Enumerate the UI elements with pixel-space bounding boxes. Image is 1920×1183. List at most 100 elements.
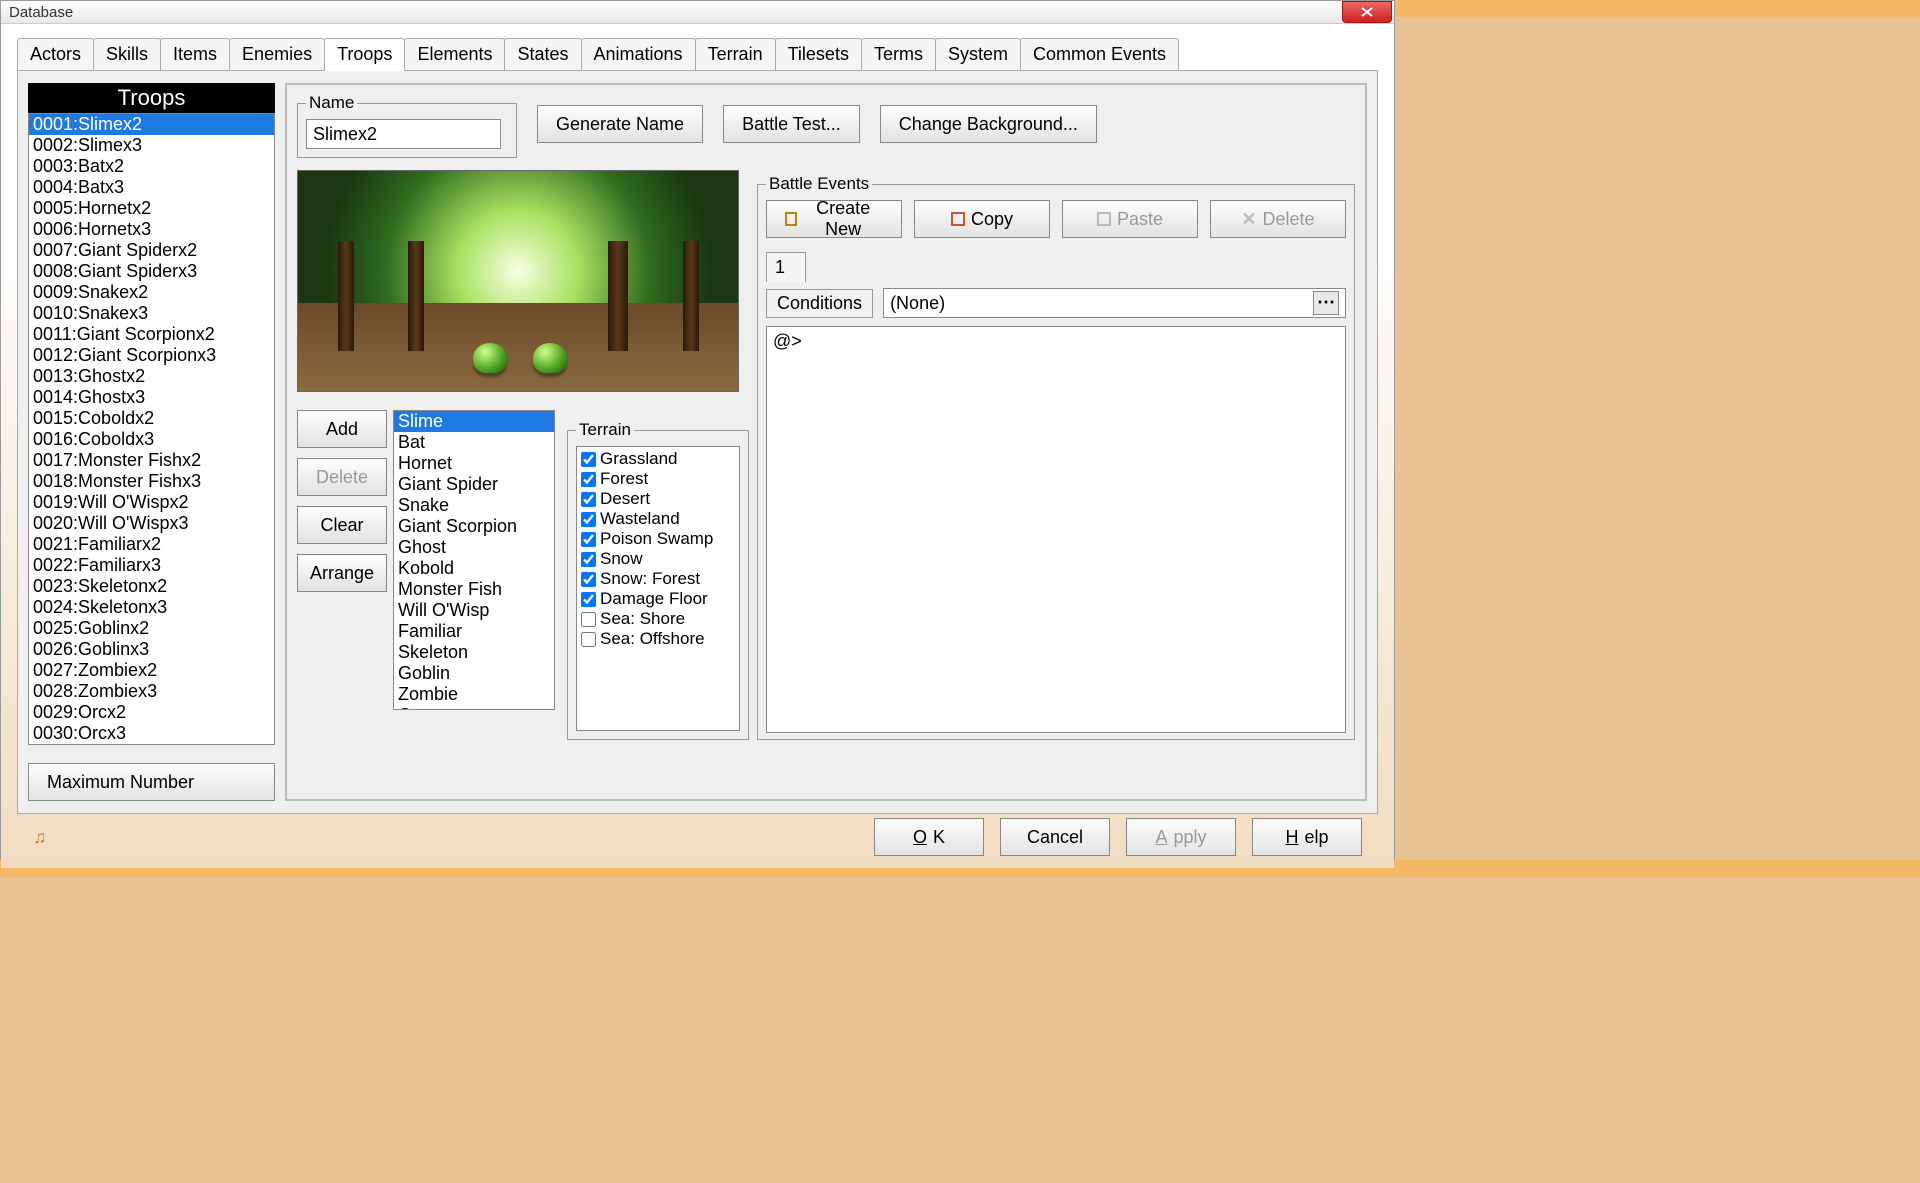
list-item[interactable]: 0013:Ghostx2 [29, 366, 274, 387]
tab-troops[interactable]: Troops [324, 38, 405, 71]
list-item[interactable]: 0025:Goblinx2 [29, 618, 274, 639]
list-item[interactable]: 0012:Giant Scorpionx3 [29, 345, 274, 366]
maximum-number-button[interactable]: Maximum Number [28, 763, 275, 801]
event-page-tab[interactable]: 1 [766, 252, 806, 282]
list-item[interactable]: Zombie [394, 684, 554, 705]
terrain-checkbox[interactable] [581, 592, 596, 607]
change-background-button[interactable]: Change Background... [880, 105, 1097, 143]
list-item[interactable]: 0029:Orcx2 [29, 702, 274, 723]
list-item[interactable]: 0017:Monster Fishx2 [29, 450, 274, 471]
battle-test-button[interactable]: Battle Test... [723, 105, 860, 143]
terrain-checkbox[interactable] [581, 512, 596, 527]
list-item[interactable]: 0015:Coboldx2 [29, 408, 274, 429]
list-item[interactable]: 0007:Giant Spiderx2 [29, 240, 274, 261]
terrain-item[interactable]: Damage Floor [579, 589, 737, 609]
terrain-item[interactable]: Poison Swamp [579, 529, 737, 549]
terrain-item[interactable]: Snow [579, 549, 737, 569]
troops-list[interactable]: 0001:Slimex20002:Slimex30003:Batx20004:B… [28, 113, 275, 745]
tab-terrain[interactable]: Terrain [695, 38, 776, 71]
terrain-checkbox[interactable] [581, 532, 596, 547]
list-item[interactable]: 0005:Hornetx2 [29, 198, 274, 219]
list-item[interactable]: 0008:Giant Spiderx3 [29, 261, 274, 282]
tab-skills[interactable]: Skills [93, 38, 161, 71]
cancel-button[interactable]: Cancel [1000, 818, 1110, 856]
terrain-checkbox[interactable] [581, 472, 596, 487]
terrain-checkbox[interactable] [581, 552, 596, 567]
battle-preview[interactable] [297, 170, 739, 392]
list-item[interactable]: 0001:Slimex2 [29, 114, 274, 135]
list-item[interactable]: 0003:Batx2 [29, 156, 274, 177]
terrain-item[interactable]: Sea: Offshore [579, 629, 737, 649]
list-item[interactable]: 0006:Hornetx3 [29, 219, 274, 240]
list-item[interactable]: Hornet [394, 453, 554, 474]
list-item[interactable]: Familiar [394, 621, 554, 642]
tab-animations[interactable]: Animations [581, 38, 696, 71]
list-item[interactable]: 0024:Skeletonx3 [29, 597, 274, 618]
list-item[interactable]: 0030:Orcx3 [29, 723, 274, 744]
tab-states[interactable]: States [504, 38, 581, 71]
terrain-item[interactable]: Wasteland [579, 509, 737, 529]
create-new-button[interactable]: Create New [766, 200, 902, 238]
tab-enemies[interactable]: Enemies [229, 38, 325, 71]
list-item[interactable]: 0019:Will O'Wispx2 [29, 492, 274, 513]
delete-event-button[interactable]: ✕Delete [1210, 200, 1346, 238]
terrain-item[interactable]: Snow: Forest [579, 569, 737, 589]
close-button[interactable] [1342, 1, 1392, 23]
terrain-checkbox[interactable] [581, 572, 596, 587]
enemy-sprite[interactable] [533, 343, 567, 373]
list-item[interactable]: Slime [394, 411, 554, 432]
music-icon[interactable] [33, 827, 47, 848]
list-item[interactable]: Giant Spider [394, 474, 554, 495]
delete-enemy-button[interactable]: Delete [297, 458, 387, 496]
terrain-checkbox[interactable] [581, 632, 596, 647]
ok-button[interactable]: OK [874, 818, 984, 856]
list-item[interactable]: Will O'Wisp [394, 600, 554, 621]
name-input[interactable] [306, 119, 501, 149]
tab-system[interactable]: System [935, 38, 1021, 71]
list-item[interactable]: 0009:Snakex2 [29, 282, 274, 303]
list-item[interactable]: 0023:Skeletonx2 [29, 576, 274, 597]
list-item[interactable]: 0016:Coboldx3 [29, 429, 274, 450]
conditions-more-button[interactable]: ⋯ [1313, 291, 1339, 315]
event-command-line[interactable]: @> [773, 331, 1339, 352]
list-item[interactable]: 0021:Familiarx2 [29, 534, 274, 555]
list-item[interactable]: 0004:Batx3 [29, 177, 274, 198]
list-item[interactable]: 0026:Goblinx3 [29, 639, 274, 660]
terrain-item[interactable]: Forest [579, 469, 737, 489]
list-item[interactable]: 0028:Zombiex3 [29, 681, 274, 702]
terrain-item[interactable]: Sea: Shore [579, 609, 737, 629]
enemy-sprite[interactable] [473, 343, 507, 373]
add-enemy-button[interactable]: Add [297, 410, 387, 448]
tab-terms[interactable]: Terms [861, 38, 936, 71]
terrain-list[interactable]: GrasslandForestDesertWastelandPoison Swa… [576, 446, 740, 731]
apply-button[interactable]: Apply [1126, 818, 1236, 856]
list-item[interactable]: Monster Fish [394, 579, 554, 600]
tab-elements[interactable]: Elements [404, 38, 505, 71]
generate-name-button[interactable]: Generate Name [537, 105, 703, 143]
paste-button[interactable]: Paste [1062, 200, 1198, 238]
tab-tilesets[interactable]: Tilesets [775, 38, 862, 71]
list-item[interactable]: 0022:Familiarx3 [29, 555, 274, 576]
terrain-checkbox[interactable] [581, 452, 596, 467]
enemy-list[interactable]: SlimeBatHornetGiant SpiderSnakeGiant Sco… [393, 410, 555, 710]
clear-button[interactable]: Clear [297, 506, 387, 544]
list-item[interactable]: Snake [394, 495, 554, 516]
terrain-item[interactable]: Grassland [579, 449, 737, 469]
list-item[interactable]: Orc [394, 705, 554, 710]
terrain-checkbox[interactable] [581, 492, 596, 507]
help-button[interactable]: Help [1252, 818, 1362, 856]
list-item[interactable]: Skeleton [394, 642, 554, 663]
list-item[interactable]: 0002:Slimex3 [29, 135, 274, 156]
list-item[interactable]: 0027:Zombiex2 [29, 660, 274, 681]
terrain-checkbox[interactable] [581, 612, 596, 627]
tab-common-events[interactable]: Common Events [1020, 38, 1179, 71]
arrange-button[interactable]: Arrange [297, 554, 387, 592]
list-item[interactable]: 0020:Will O'Wispx3 [29, 513, 274, 534]
event-script-box[interactable]: @> [766, 326, 1346, 733]
terrain-item[interactable]: Desert [579, 489, 737, 509]
conditions-value[interactable]: (None) ⋯ [883, 288, 1346, 318]
tab-items[interactable]: Items [160, 38, 230, 71]
list-item[interactable]: 0018:Monster Fishx3 [29, 471, 274, 492]
list-item[interactable]: Goblin [394, 663, 554, 684]
list-item[interactable]: Bat [394, 432, 554, 453]
